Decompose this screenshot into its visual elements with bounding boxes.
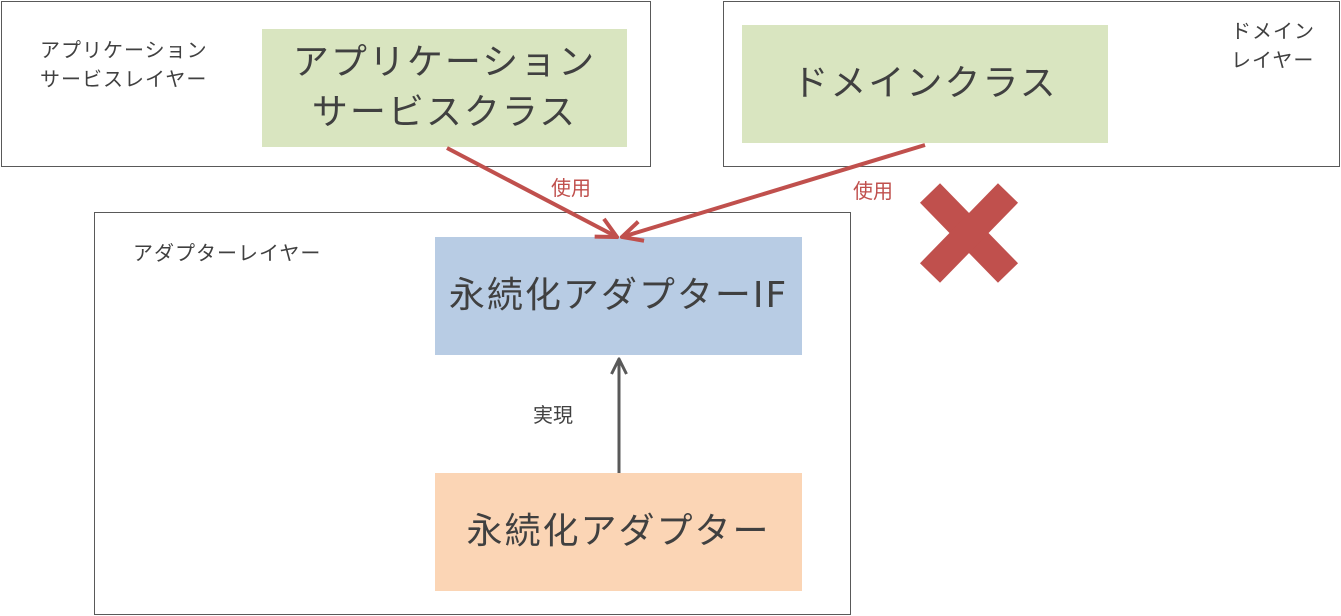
app-service-uses-label: 使用	[551, 176, 591, 200]
application-service-layer-label: アプリケーション サービスレイヤー	[40, 38, 208, 91]
adapter-layer-label: アダプターレイヤー	[133, 241, 322, 265]
application-service-class-box: アプリケーション サービスクラス	[262, 29, 627, 147]
domain-class-box: ドメインクラス	[742, 25, 1108, 143]
cross-icon	[919, 183, 1019, 283]
implements-label: 実現	[533, 403, 573, 427]
persistence-adapter-interface-box: 永続化アダプターIF	[435, 237, 802, 355]
persistence-adapter-box: 永続化アダプター	[435, 473, 802, 591]
domain-uses-label: 使用	[853, 179, 893, 203]
domain-layer-label: ドメイン レイヤー	[1231, 19, 1315, 72]
